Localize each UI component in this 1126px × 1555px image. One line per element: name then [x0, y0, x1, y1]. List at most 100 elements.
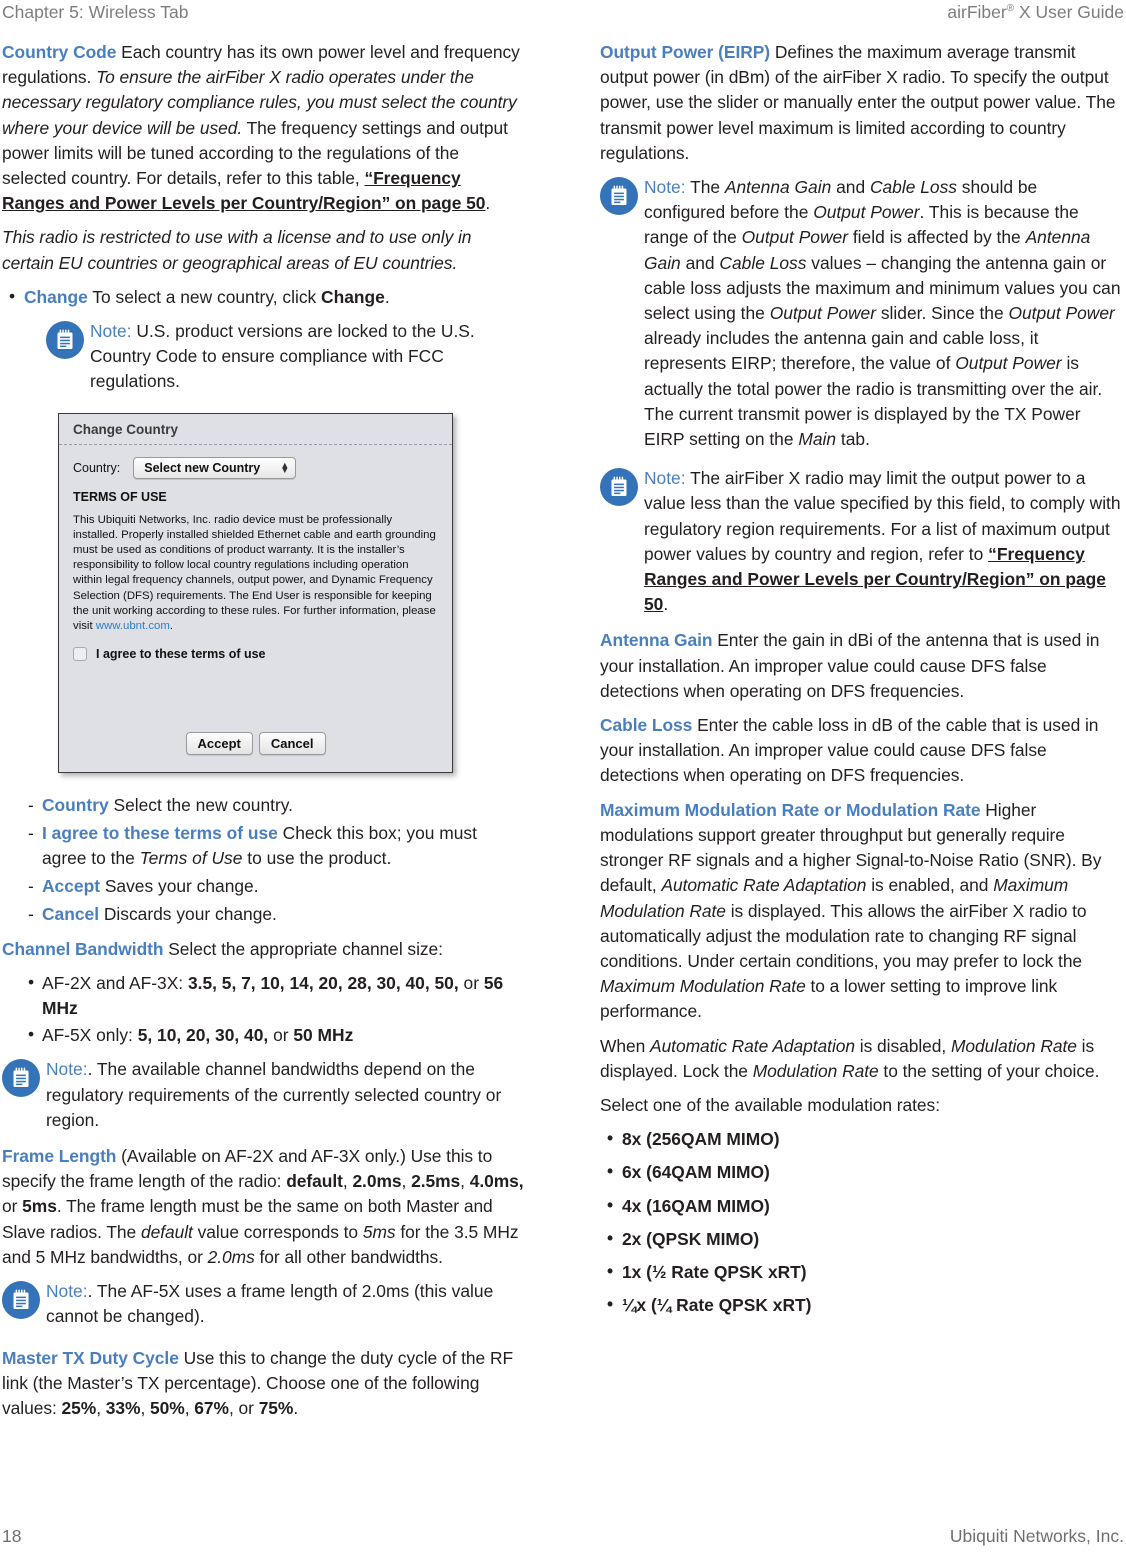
- ng-t11: tab.: [836, 429, 870, 450]
- dash-text-accept-a: Saves your change.: [100, 876, 259, 897]
- master-tx-lead: Master TX Duty Cycle: [2, 1347, 179, 1368]
- channel-bandwidth-text: Select the appropriate channel size:: [163, 938, 443, 959]
- note-icon: [2, 1059, 40, 1098]
- agree-checkbox[interactable]: [73, 647, 87, 662]
- ng-i3: Output Power: [813, 202, 920, 223]
- agree-checkbox-row[interactable]: I agree to these terms of use: [73, 647, 438, 662]
- duty-50: 50%: [150, 1397, 185, 1418]
- ng-t1: The: [685, 177, 725, 198]
- note-icon: [600, 177, 638, 216]
- frame-length-italic-20ms: 2.0ms: [207, 1246, 255, 1267]
- dialog-field-list: Country Select the new country. I agree …: [2, 793, 525, 928]
- frame-length-bold-40ms: 4.0ms,: [469, 1171, 524, 1192]
- dash-lead-cancel: Cancel: [42, 904, 100, 925]
- rate-item-1x: 1x (½ Rate QPSK xRT): [600, 1259, 1123, 1285]
- dash-text-cancel-a: Discards your change.: [99, 904, 277, 925]
- terms-of-use-heading: TERMS OF USE: [73, 489, 167, 504]
- modulation-rate-paragraph-2: When Automatic Rate Adaptation is disabl…: [600, 1034, 1123, 1084]
- mr2-t4: to the setting of your choice.: [878, 1060, 1100, 1081]
- country-field-row: Country: Select new Country ▲ ▼: [73, 456, 438, 479]
- duty-33: 33%: [105, 1397, 141, 1418]
- note-label: Note:: [46, 1059, 88, 1080]
- country-code-lead: Country Code: [2, 42, 117, 62]
- cancel-button[interactable]: Cancel: [258, 731, 326, 755]
- ng-t6: and: [680, 252, 720, 273]
- eu-restriction-text: This radio is restricted to use with a l…: [2, 227, 472, 273]
- running-head: Chapter 5: Wireless Tab airFiber® X User…: [0, 0, 1126, 32]
- dash-text-agree-b: to use the product.: [242, 848, 392, 869]
- change-country-dialog-screenshot: Change Country Country: Select new Count…: [58, 412, 453, 773]
- channel-bandwidth-list: AF-2X and AF-3X: 3.5, 5, 7, 10, 14, 20, …: [2, 970, 525, 1049]
- two-column-body: Country Code Each country has its own po…: [0, 40, 1126, 1495]
- rate-item-4x: 4x (16QAM MIMO): [600, 1193, 1123, 1219]
- frame-length-bold-5ms: 5ms: [22, 1196, 57, 1217]
- change-bullet-list: Change To select a new country, click Ch…: [2, 284, 525, 310]
- mr-i1: Automatic Rate Adaptation: [661, 875, 867, 896]
- bullet-change: Change To select a new country, click Ch…: [2, 284, 525, 310]
- note-icon: [2, 1281, 40, 1320]
- note-af5x-text: . The AF-5X uses a frame length of 2.0ms…: [46, 1281, 494, 1327]
- ng-t8: slider. Since the: [876, 303, 1009, 324]
- rate-item-quarter-x: ¼x (¼ Rate QPSK xRT): [600, 1292, 1123, 1318]
- mr2-i2: Modulation Rate: [950, 1035, 1077, 1056]
- rate-item-2x: 2x (QPSK MIMO): [600, 1226, 1123, 1252]
- channel-bandwidth-paragraph: Channel Bandwidth Select the appropriate…: [2, 937, 525, 962]
- country-code-text-c: .: [485, 193, 491, 214]
- country-select-value: Select new Country: [144, 460, 261, 475]
- bandwidth-mid-2: or: [268, 1025, 294, 1046]
- ubnt-link[interactable]: www.ubnt.com: [96, 620, 170, 632]
- eu-restriction-paragraph: This radio is restricted to use with a l…: [2, 225, 525, 275]
- country-code-paragraph: Country Code Each country has its own po…: [2, 40, 525, 216]
- ng-i9: Output Power: [955, 353, 1062, 374]
- bandwidth-prefix-1: AF-2X and AF-3X:: [42, 972, 188, 993]
- note-output-power-limit: Note: The airFiber X radio may limit the…: [600, 466, 1123, 617]
- country-field-label: Country:: [73, 460, 121, 475]
- dialog-button-row: Accept Cancel: [59, 731, 452, 755]
- frame-length-text-e: or: [2, 1196, 23, 1217]
- cable-loss-lead: Cable Loss: [600, 715, 693, 736]
- dash-italic-agree: Terms of Use: [139, 848, 243, 869]
- country-select[interactable]: Select new Country ▲ ▼: [133, 456, 297, 479]
- nl-t2: .: [663, 594, 669, 615]
- antenna-gain-paragraph: Antenna Gain Enter the gain in dBi of th…: [600, 628, 1123, 704]
- running-head-chapter: Chapter 5: Wireless Tab: [2, 2, 189, 22]
- left-column: Country Code Each country has its own po…: [2, 40, 525, 1430]
- note-label: Note:: [46, 1281, 88, 1302]
- dialog-title: Change Country: [59, 414, 452, 445]
- modulation-rate-paragraph: Maximum Modulation Rate or Modulation Ra…: [600, 798, 1123, 1025]
- frame-length-italic-5ms: 5ms: [362, 1221, 396, 1242]
- modulation-rate-lead: Maximum Modulation Rate or Modulation Ra…: [600, 799, 981, 820]
- agree-checkbox-label: I agree to these terms of use: [96, 647, 266, 662]
- frame-length-text-g: value corresponds to: [192, 1221, 363, 1242]
- note-label: Note:: [644, 468, 686, 489]
- ng-i10: Main: [798, 429, 837, 450]
- mr2-i1: Automatic Rate Adaptation: [650, 1035, 855, 1056]
- guide-title-prefix: airFiber: [947, 2, 1007, 22]
- mr-i3: Maximum Modulation Rate: [600, 976, 806, 997]
- bandwidth-values-2: 5, 10, 20, 30, 40,: [137, 1025, 269, 1046]
- bandwidth-prefix-2: AF-5X only:: [42, 1025, 138, 1046]
- dash-lead-country: Country: [42, 794, 109, 815]
- rate-item-6x: 6x (64QAM MIMO): [600, 1159, 1123, 1185]
- mr-t2: is enabled, and: [866, 875, 994, 896]
- dash-text-country-a: Select the new country.: [108, 794, 293, 815]
- note-bandwidth-text: . The available channel bandwidths depen…: [46, 1059, 502, 1130]
- registered-mark-icon: ®: [1006, 3, 1015, 15]
- note-label: Note:: [644, 177, 686, 198]
- channel-bandwidth-lead: Channel Bandwidth: [2, 938, 164, 959]
- accept-button[interactable]: Accept: [185, 731, 253, 755]
- ng-i6: Cable Loss: [719, 252, 807, 273]
- bandwidth-item-af5x: AF-5X only: 5, 10, 20, 30, 40, or 50 MHz: [2, 1022, 525, 1048]
- sep-5: .: [293, 1397, 299, 1418]
- dash-item-agree: I agree to these terms of use Check this…: [2, 821, 525, 871]
- antenna-gain-lead: Antenna Gain: [600, 630, 713, 651]
- ng-t5: field is affected by the: [848, 227, 1026, 248]
- terms-of-use-body: This Ubiquiti Networks, Inc. radio devic…: [73, 513, 438, 635]
- terms-text-a: This Ubiquiti Networks, Inc. radio devic…: [73, 513, 436, 633]
- frame-length-text-i: for all other bandwidths.: [254, 1246, 443, 1267]
- cable-loss-paragraph: Cable Loss Enter the cable loss in dB of…: [600, 713, 1123, 789]
- page-footer: 18 Ubiquiti Networks, Inc.: [0, 1521, 1126, 1547]
- publisher-name: Ubiquiti Networks, Inc.: [949, 1526, 1124, 1546]
- note-icon: [46, 321, 84, 360]
- note-label: Note:: [90, 321, 132, 342]
